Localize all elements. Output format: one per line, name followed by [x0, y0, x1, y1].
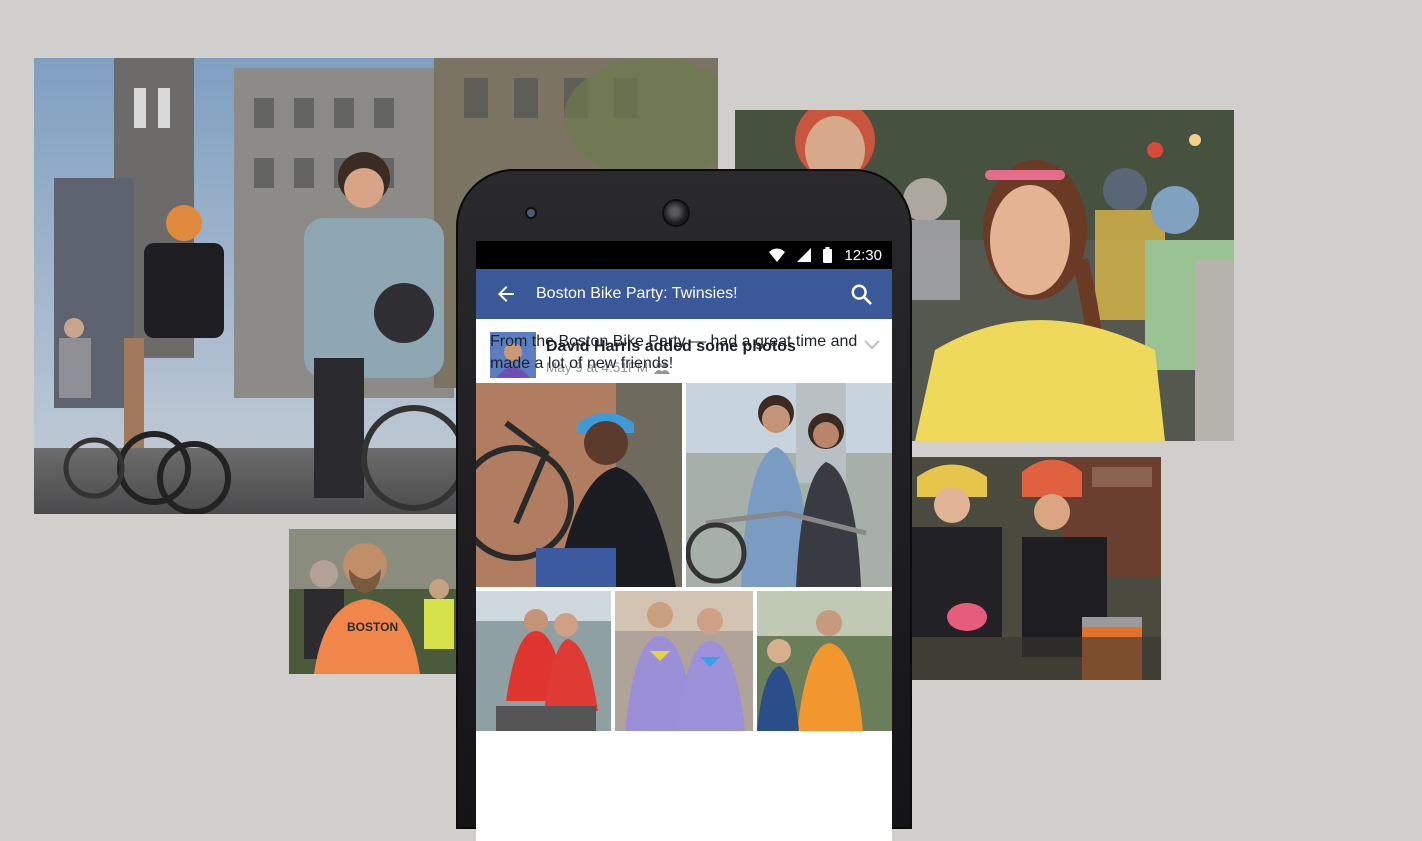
post-text: From the Boston Bike Party — had a great… — [490, 333, 858, 372]
earpiece-speaker — [664, 201, 688, 225]
status-time: 12:30 — [844, 246, 882, 264]
front-camera — [527, 209, 535, 217]
grid-photo-two-women[interactable] — [686, 383, 892, 587]
orange-shirt-print: BOSTON — [347, 620, 398, 634]
status-bar: 12:30 — [476, 241, 892, 269]
battery-icon — [823, 247, 833, 263]
phone-screen: 12:30 Boston Bike Party: Twinsies! David… — [476, 241, 892, 841]
grid-photo-man-orange[interactable] — [757, 591, 892, 731]
photo-grid — [476, 383, 892, 841]
grid-photo-cyclist-helmet[interactable] — [476, 383, 682, 587]
grid-photo-red-outfits[interactable] — [476, 591, 611, 731]
cell-signal-icon — [797, 248, 812, 262]
app-bar: Boston Bike Party: Twinsies! — [476, 269, 892, 319]
search-icon[interactable] — [850, 283, 872, 305]
photo-man-orange-shirt: BOSTON — [289, 529, 459, 674]
wifi-icon — [769, 248, 786, 262]
phone-device: 12:30 Boston Bike Party: Twinsies! David… — [456, 169, 912, 841]
photo-costumed-musicians — [912, 457, 1161, 680]
arrow-left-icon[interactable] — [494, 282, 518, 306]
grid-photo-purple-shirts[interactable] — [615, 591, 753, 731]
page-title: Boston Bike Party: Twinsies! — [536, 285, 738, 302]
